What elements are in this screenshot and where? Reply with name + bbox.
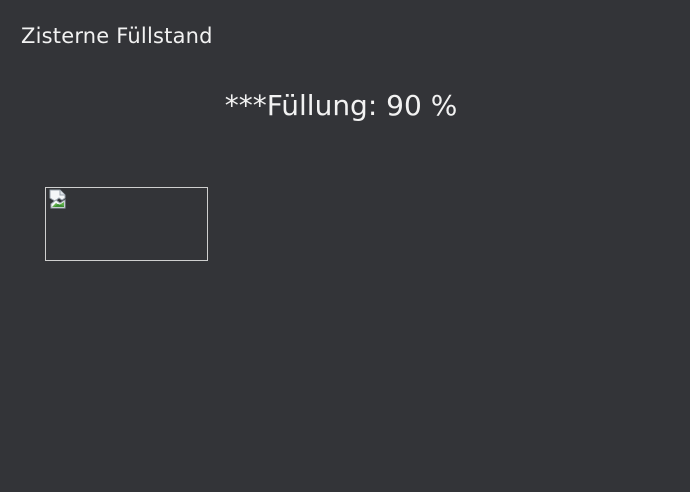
broken-image-icon bbox=[49, 189, 66, 209]
fill-level-text: ***Füllung: 90 % bbox=[224, 89, 458, 122]
page-title: Zisterne Füllstand bbox=[21, 24, 213, 48]
page: Zisterne Füllstand ***Füllung: 90 % bbox=[0, 0, 690, 492]
tank-image-placeholder bbox=[45, 187, 208, 261]
